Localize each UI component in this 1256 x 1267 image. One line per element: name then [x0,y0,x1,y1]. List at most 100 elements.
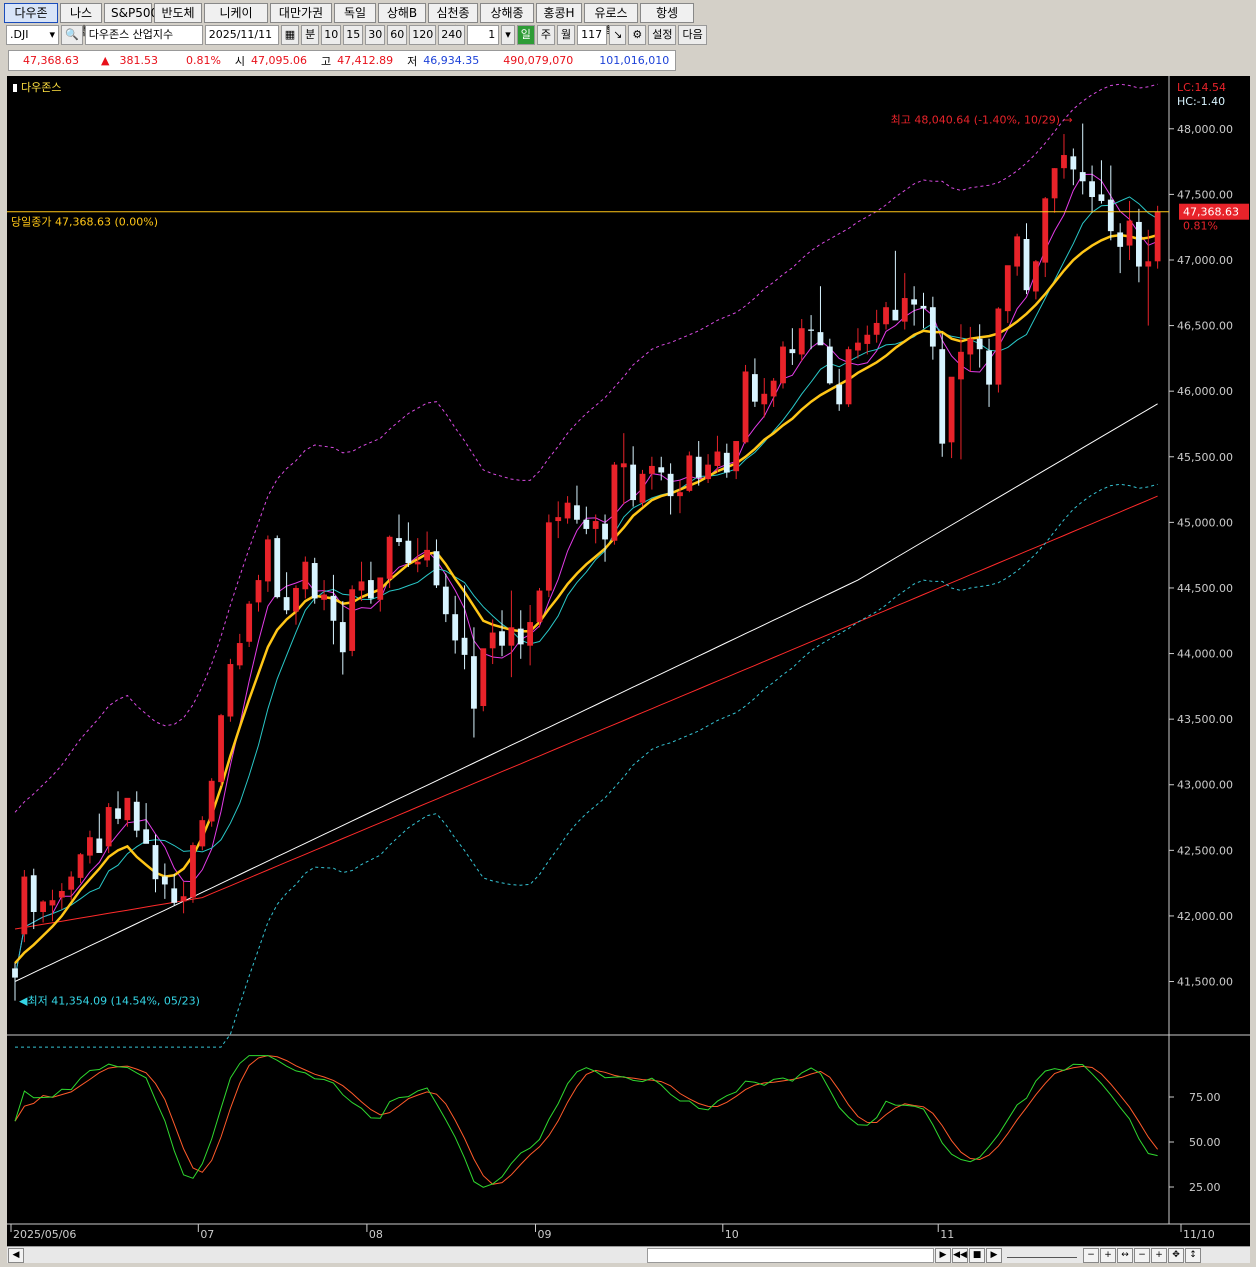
candle-body [901,298,908,322]
interval-60-button[interactable]: 60 [387,25,408,45]
count-input[interactable]: 1 [467,25,500,45]
chart-toolbar: .DJI ▾ 🔍 다우존스 산업지수 2025/11/11 ▦ 분 10 15 30… [6,25,709,45]
price-chart[interactable]: 다우존스 LC:14.54HC:-1.40 41,500.00 42,000.00 42… [7,76,1250,1246]
y-tick-label: 47,000.00 [1177,254,1233,267]
symbol-name: 다우존스 산업지수 [84,25,203,45]
candle-body [377,577,384,600]
calendar-icon[interactable]: ▦ [280,25,300,45]
chart-area[interactable]: 다우존스 LC:14.54 HC:-1.40 41,500.00 42,000.00 42… [7,76,1250,1246]
high-marker-label: 최고 48,040.64 (-1.40%, 10/29) → [891,114,1073,127]
period-week-button[interactable]: 주 [536,25,556,45]
date-input[interactable]: 2025/11/11 [204,25,279,45]
interval-240-button[interactable]: 240 [438,25,466,45]
tab-9[interactable]: 상해종합 [480,3,534,38]
tab-10[interactable]: 홍콩H [536,3,582,23]
candle-body [555,517,562,522]
interval-10-button[interactable]: 10 [321,25,342,45]
candle-body [845,349,852,405]
candle-body [648,465,655,474]
next-button[interactable]: 다음 [678,25,707,45]
x-tick-label: 10 [725,1228,739,1241]
tab-0[interactable]: 다우존스 [4,3,58,38]
gear-icon[interactable]: ⚙ [628,25,647,45]
ma-white-line [14,403,1158,982]
interval-30-button[interactable]: 30 [365,25,386,45]
scroll-left-icon[interactable]: ◀ [8,1248,24,1263]
y-tick-label: 45,000.00 [1177,516,1233,529]
count-spinner-icon[interactable]: ▾ [501,25,515,45]
candle-body [1145,261,1152,267]
tab-11[interactable]: 유로스톡 [584,3,638,38]
scroll-right-icon[interactable]: ▶ [935,1248,951,1263]
minute-unit-button[interactable]: 분 [301,25,320,45]
tab-2[interactable]: S&P500 [104,3,158,23]
chevron-down-icon[interactable]: ▾ [49,26,55,44]
interval-15-button[interactable]: 15 [343,25,364,45]
stop-icon[interactable]: ■ [969,1248,985,1263]
hc-label: HC:-1.40 [1177,95,1225,108]
period-month-button[interactable]: 월 [557,25,576,45]
candle-body [349,589,356,651]
candle-body [986,350,992,385]
unfit-icon[interactable]: ↕ [1185,1248,1201,1263]
y-tick-label: 46,000.00 [1177,385,1233,398]
candle-body [489,632,496,649]
scroll-thumb[interactable] [647,1248,934,1263]
tab-1[interactable]: 나스닥 [60,3,102,38]
candle-body [723,452,730,473]
chart-scrollbar[interactable]: ◀ ▶ ◀◀ ■ ▶ − + ↔ − + ✥ ↕ [7,1246,1250,1263]
amount-value: 101,016,010 [599,54,670,67]
hand-icon[interactable]: ✥ [1168,1248,1184,1263]
candle-body [892,309,899,321]
candle-body [367,580,374,599]
symbol-select[interactable]: .DJI ▾ [6,25,59,45]
y-tick-label: 42,000.00 [1177,910,1233,923]
candle-body [358,581,365,591]
candle-body [246,603,253,642]
candle-body [1089,181,1095,198]
candle-body [218,715,224,783]
candle-body [424,549,431,561]
candle-body [1107,199,1114,232]
candle-body [1098,194,1105,201]
y-tick-label: 44,000.00 [1177,648,1233,661]
candle-body [948,376,955,443]
tab-12[interactable]: 항셍 [640,3,694,23]
rewind-icon[interactable]: ◀◀ [952,1248,968,1263]
candle-body [564,502,571,519]
zoom-out-icon[interactable]: − [1083,1248,1099,1263]
tab-3[interactable]: 반도체 [154,3,202,23]
candle-body [143,829,150,844]
tab-8[interactable]: 심천종합 [428,3,478,38]
close-line-label: 당일종가 47,368.63 (0.00%) [11,215,158,229]
last-price: 47,368.63 [23,54,79,67]
tab-5[interactable]: 대만가권 [270,3,332,23]
cursor-icon[interactable]: ↘ [609,25,627,45]
period-day-button[interactable]: 일 [516,25,535,45]
bar-count-input[interactable]: 117 [577,25,608,45]
candle-body [442,586,449,615]
candle-body [873,322,880,335]
candle-body [1126,220,1133,246]
tab-7[interactable]: 상해B [378,3,426,23]
candle-body [545,522,552,591]
tab-4[interactable]: 니케이 [204,3,268,23]
osc-signal-line [14,1055,1158,1185]
candle-body [190,845,196,898]
tab-6[interactable]: 독일 [334,3,376,23]
zoom-slider[interactable] [1007,1250,1077,1258]
search-icon[interactable]: 🔍 [61,25,83,45]
minus-icon[interactable]: − [1134,1248,1150,1263]
zoom-in-icon[interactable]: + [1100,1248,1116,1263]
lower-band-line [15,483,1158,1048]
interval-120-button[interactable]: 120 [409,25,437,45]
candle-body [1061,155,1067,169]
candle-body [1004,265,1011,312]
settings-button[interactable]: 설정 [648,25,677,45]
candle-body [705,464,711,480]
play-icon[interactable]: ▶ [986,1248,1002,1263]
fit-icon[interactable]: ↔ [1117,1248,1133,1263]
plus-icon[interactable]: + [1151,1248,1167,1263]
candle-body [929,307,936,347]
candle-body [396,538,402,543]
